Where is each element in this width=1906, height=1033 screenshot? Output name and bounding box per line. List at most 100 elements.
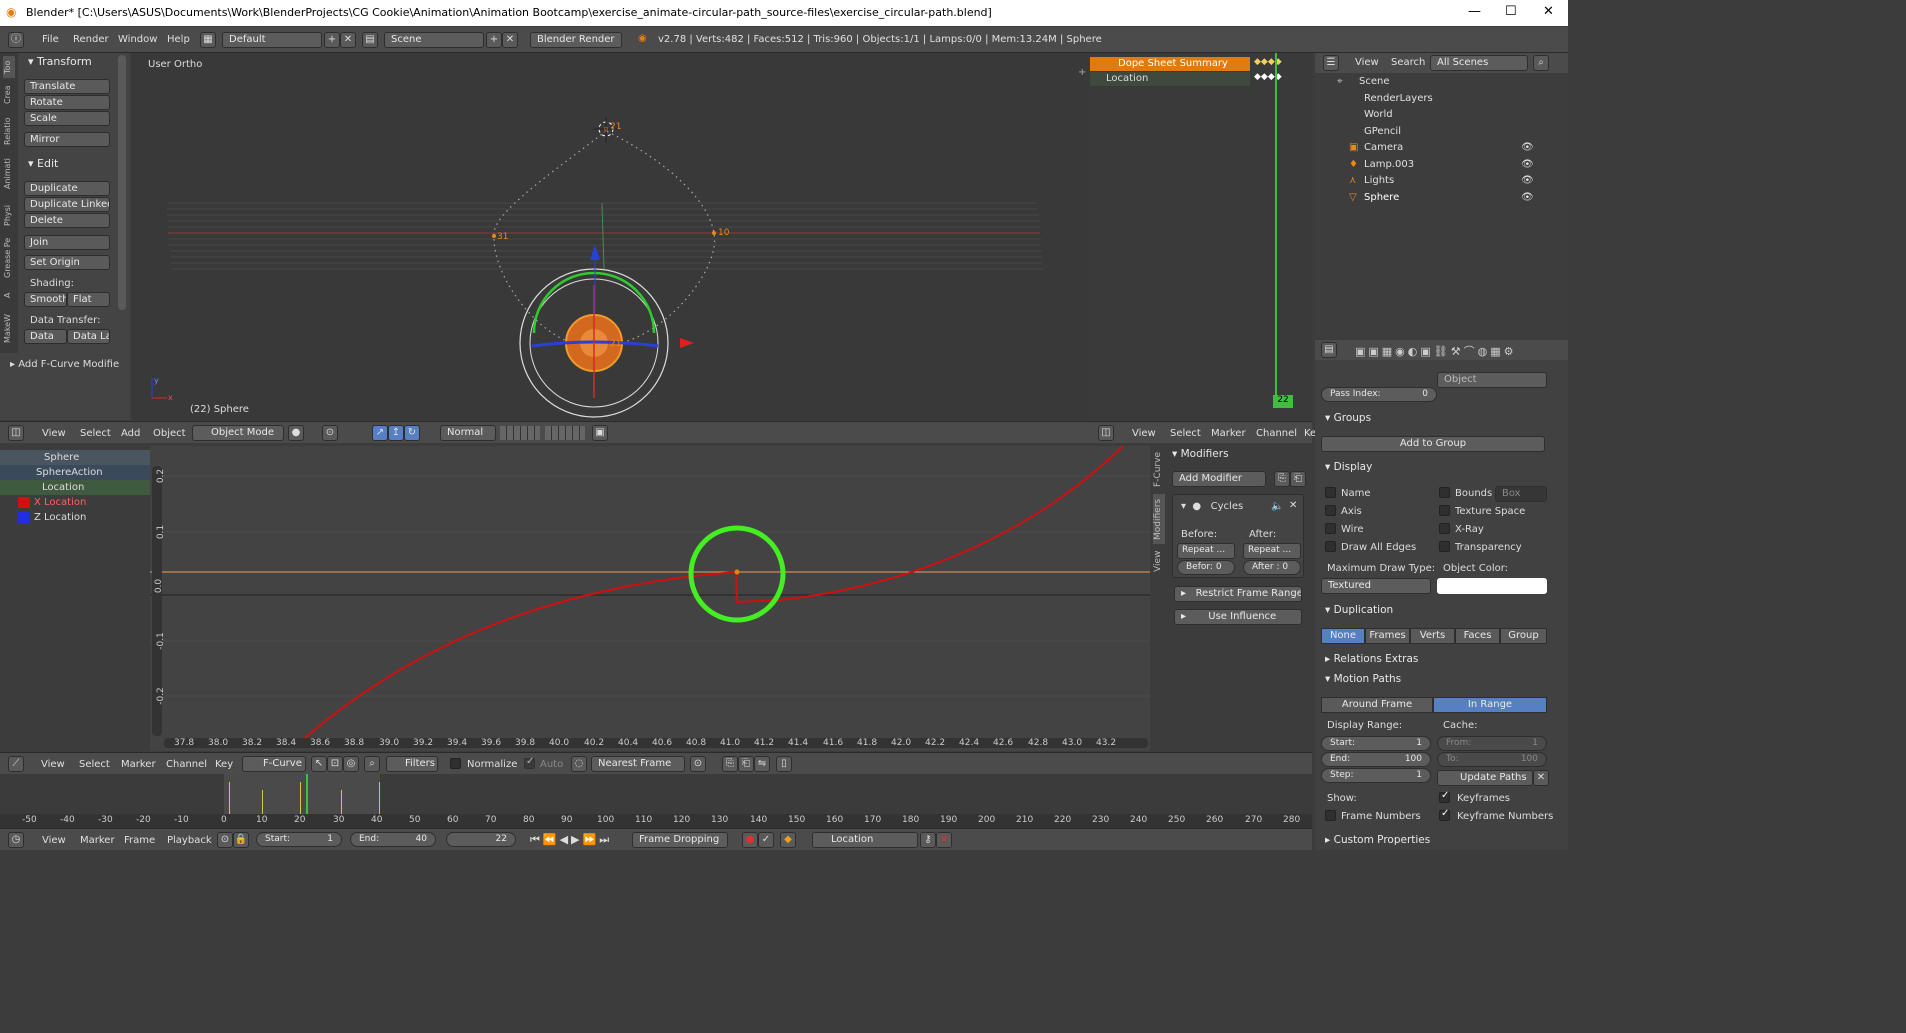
menu-view[interactable]: View bbox=[1355, 57, 1379, 68]
channel-sphere[interactable]: Sphere bbox=[0, 450, 150, 465]
filters-button[interactable]: Filters bbox=[386, 756, 438, 772]
menu-playback[interactable]: Playback bbox=[167, 835, 212, 846]
mode-select[interactable]: Object Mode bbox=[192, 425, 284, 441]
motion-paths-header[interactable]: ▾ Motion Paths bbox=[1325, 673, 1401, 685]
bounds-checkbox[interactable] bbox=[1439, 487, 1450, 498]
delete-keyframe-icon[interactable]: ✕ bbox=[936, 832, 952, 848]
bounds-type-select[interactable]: Box bbox=[1495, 486, 1547, 502]
properties-tab-icons[interactable]: ▣▣▦◉◐▣⛓⚒⌒◍▦⚙ bbox=[1355, 343, 1516, 359]
playback-controls[interactable]: ⏮⏪◀▶⏩⏭ bbox=[530, 833, 612, 847]
menu-channel[interactable]: Channel bbox=[166, 759, 207, 770]
menu-add[interactable]: Add bbox=[121, 428, 140, 439]
ghost-icon[interactable]: ▯ bbox=[776, 756, 792, 772]
around-frame-option[interactable]: Around Frame bbox=[1321, 697, 1433, 713]
layers-grid-icon[interactable] bbox=[500, 426, 540, 440]
outliner-item-sphere[interactable]: Sphere bbox=[1364, 190, 1399, 206]
layout-remove-icon[interactable]: ✕ bbox=[340, 32, 356, 48]
outliner-item-renderlayers[interactable]: RenderLayers bbox=[1364, 91, 1433, 107]
menu-select[interactable]: Select bbox=[79, 759, 110, 770]
menu-render[interactable]: Render bbox=[73, 34, 109, 45]
lock-icon[interactable]: ⊡ bbox=[327, 756, 343, 772]
duplication-header[interactable]: ▾ Duplication bbox=[1325, 604, 1393, 616]
duplicate-linked-button[interactable]: Duplicate Linked bbox=[24, 197, 110, 212]
cursor-icon[interactable]: ↖ bbox=[311, 756, 327, 772]
pivot-icon[interactable]: ⊙ bbox=[690, 756, 706, 772]
minimize-icon[interactable]: — bbox=[1468, 4, 1481, 19]
3d-viewport[interactable]: User Ortho 21 31 10 21 y x (22) Sphere + bbox=[132, 53, 1090, 420]
rotate-manip-icon[interactable]: ↻ bbox=[404, 425, 420, 441]
layout-add-icon[interactable]: + bbox=[324, 32, 340, 48]
menu-frame[interactable]: Frame bbox=[124, 835, 155, 846]
duplication-verts[interactable]: Verts bbox=[1410, 628, 1455, 644]
preview-range-icon[interactable]: ⊙ bbox=[217, 832, 233, 848]
viewport-scene[interactable]: 21 31 10 21 y x bbox=[132, 53, 1090, 420]
tab-fcurve[interactable]: F-Curve bbox=[1153, 450, 1165, 490]
transparency-checkbox[interactable] bbox=[1439, 541, 1450, 552]
tab-physics[interactable]: Physi bbox=[3, 199, 15, 231]
update-paths-button[interactable]: Update Paths bbox=[1437, 770, 1533, 786]
data-button[interactable]: Data bbox=[24, 329, 67, 344]
after-mode-select[interactable]: Repeat ... bbox=[1243, 543, 1301, 559]
keyframes-checkbox[interactable] bbox=[1439, 790, 1450, 803]
menu-select[interactable]: Select bbox=[1170, 428, 1201, 439]
shading-solid-icon[interactable]: ● bbox=[288, 425, 304, 441]
channel-location[interactable]: Location bbox=[0, 480, 150, 495]
scene-add-icon[interactable]: + bbox=[486, 32, 502, 48]
add-to-group-button[interactable]: Add to Group bbox=[1321, 436, 1545, 452]
tab-modifiers[interactable]: Modifiers bbox=[1153, 494, 1165, 544]
menu-marker[interactable]: Marker bbox=[1211, 428, 1246, 439]
tab-a[interactable]: A bbox=[3, 286, 15, 304]
outliner-item-scene[interactable]: Scene bbox=[1359, 74, 1390, 90]
dope-summary-row[interactable]: Dope Sheet Summary bbox=[1090, 57, 1250, 71]
range-step-field[interactable]: Step: 1 bbox=[1321, 768, 1431, 783]
use-influence-toggle[interactable]: ▸ Use Influence bbox=[1174, 609, 1302, 625]
scale-button[interactable]: Scale bbox=[24, 111, 110, 126]
editor-type-icon[interactable]: ◷ bbox=[8, 832, 24, 848]
current-frame-line[interactable] bbox=[1275, 53, 1277, 408]
outliner-item-gpencil[interactable]: GPencil bbox=[1364, 124, 1401, 140]
set-origin-button[interactable]: Set Origin bbox=[24, 255, 110, 270]
properties-editor[interactable]: ▤ ▣▣▦◉◐▣⛓⚒⌒◍▦⚙ Object Pass Index: 0 ▾ Gro… bbox=[1315, 340, 1568, 850]
cycles-label[interactable]: ▾ ● Cycles bbox=[1181, 501, 1243, 512]
duplication-frames[interactable]: Frames bbox=[1365, 628, 1410, 644]
timeline-ruler[interactable]: -50 -40 -30 -20 -10 0 10 20 30 40 50 60 … bbox=[0, 814, 1312, 828]
graph-sidebar[interactable]: F-Curve Modifiers View ▾ Modifiers Add M… bbox=[1150, 446, 1312, 751]
visibility-eye-icon[interactable]: 👁 bbox=[1521, 142, 1534, 153]
menu-marker[interactable]: Marker bbox=[80, 835, 115, 846]
cache-from-field[interactable]: From: 1 bbox=[1437, 736, 1547, 751]
menu-object[interactable]: Object bbox=[153, 428, 186, 439]
editor-type-icon[interactable]: ▤ bbox=[1321, 342, 1337, 358]
duplication-none[interactable]: None bbox=[1321, 628, 1365, 644]
flat-button[interactable]: Flat bbox=[67, 292, 110, 307]
before-mode-select[interactable]: Repeat ... bbox=[1177, 543, 1235, 559]
relations-extras-header[interactable]: ▸ Relations Extras bbox=[1325, 653, 1418, 665]
tab-view[interactable]: View bbox=[1153, 548, 1165, 574]
record-icon[interactable]: ● bbox=[742, 832, 758, 848]
max-draw-type-select[interactable]: Textured bbox=[1321, 578, 1431, 594]
tab-relations[interactable]: Relatio bbox=[3, 113, 15, 149]
current-frame-line[interactable] bbox=[306, 774, 308, 814]
menu-view[interactable]: View bbox=[41, 759, 65, 770]
keyframe-icon[interactable]: ◆ bbox=[780, 832, 796, 848]
menu-search[interactable]: Search bbox=[1391, 57, 1425, 68]
scenes-filter-select[interactable]: All Scenes bbox=[1430, 55, 1528, 71]
editor-type-icon[interactable]: ⓘ bbox=[8, 32, 24, 48]
tab-makew[interactable]: MakeW bbox=[3, 309, 15, 349]
copy-modifier-icon[interactable]: ⎘ bbox=[1274, 471, 1290, 487]
zoom-icon[interactable]: ⌕ bbox=[364, 756, 380, 772]
snap-select[interactable]: Nearest Frame bbox=[591, 756, 685, 772]
auto-normalize-icon[interactable]: ◌ bbox=[571, 756, 587, 772]
mute-icon[interactable]: 🔈 bbox=[1271, 501, 1283, 512]
graph-channel-list[interactable]: Sphere SphereAction Location X Location … bbox=[0, 446, 150, 751]
edit-header[interactable]: ▾ Edit bbox=[28, 157, 58, 170]
before-count-field[interactable]: Befor: 0 bbox=[1177, 560, 1235, 575]
layout-icon[interactable]: ▦ bbox=[200, 32, 216, 48]
graph-curves[interactable] bbox=[150, 446, 1150, 751]
smooth-button[interactable]: Smooth bbox=[24, 292, 67, 307]
editor-type-icon[interactable]: ☰ bbox=[1323, 55, 1339, 71]
normalize-checkbox[interactable] bbox=[450, 758, 461, 769]
tab-create[interactable]: Crea bbox=[3, 81, 15, 109]
axis-checkbox[interactable] bbox=[1325, 505, 1336, 516]
menu-window[interactable]: Window bbox=[118, 34, 157, 45]
range-end-field[interactable]: End: 100 bbox=[1321, 752, 1431, 767]
